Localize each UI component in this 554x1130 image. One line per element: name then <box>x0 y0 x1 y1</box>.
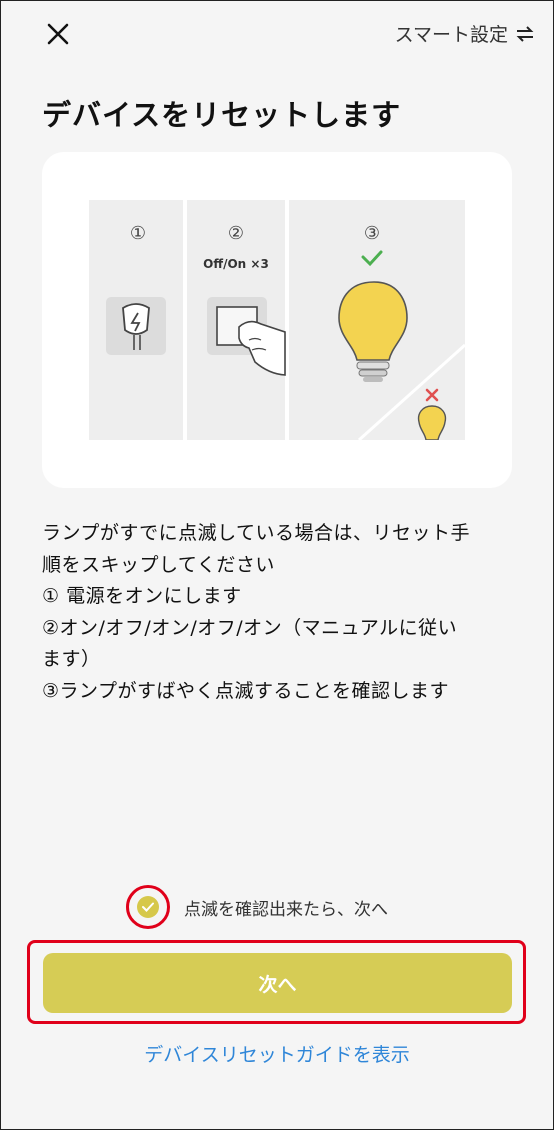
instruction-line: ① 電源をオンにします <box>42 585 242 607</box>
smart-settings-link[interactable]: スマート設定 <box>395 20 534 47</box>
checkbox-checked[interactable] <box>137 896 159 918</box>
checkmark-icon <box>142 902 154 912</box>
smart-settings-label: スマート設定 <box>394 24 508 46</box>
instructions-text: ランプがすでに点滅している場合は、リセット手 順をスキップしてください ① 電源… <box>42 518 522 707</box>
close-button[interactable] <box>44 20 72 48</box>
step3-number: ③ <box>364 223 380 244</box>
illustration-card: ① ② Off/On ×3 ③ <box>42 152 512 488</box>
step1-number: ① <box>130 223 146 244</box>
instruction-line: 順をスキップしてください <box>42 553 275 576</box>
reset-guide-link[interactable]: デバイスリセットガイドを表示 <box>0 1040 554 1067</box>
instruction-line: ③ランプがすばやく点滅することを確認します <box>42 679 449 702</box>
step2-number: ② <box>228 223 244 244</box>
instruction-line: ランプがすでに点滅している場合は、リセット手 <box>42 522 471 544</box>
checkbox-highlight-ring[interactable] <box>126 885 170 929</box>
instruction-line: ます） <box>42 648 101 670</box>
close-icon <box>47 23 69 45</box>
confirm-blink-checkbox[interactable]: 点滅を確認出来たら、次へ <box>126 885 388 929</box>
page-title: デバイスをリセットします <box>42 98 402 132</box>
reset-illustration: ① ② Off/On ×3 ③ <box>89 200 465 440</box>
confirm-label: 点滅を確認出来たら、次へ <box>184 899 388 920</box>
next-button[interactable]: 次へ <box>43 953 512 1013</box>
power-plug-icon <box>106 297 166 355</box>
swap-arrows-icon <box>516 25 534 42</box>
step2-caption: Off/On ×3 <box>203 257 269 271</box>
instruction-line: ②オン/オフ/オン/オフ/オン（マニュアルに従い <box>42 616 458 639</box>
